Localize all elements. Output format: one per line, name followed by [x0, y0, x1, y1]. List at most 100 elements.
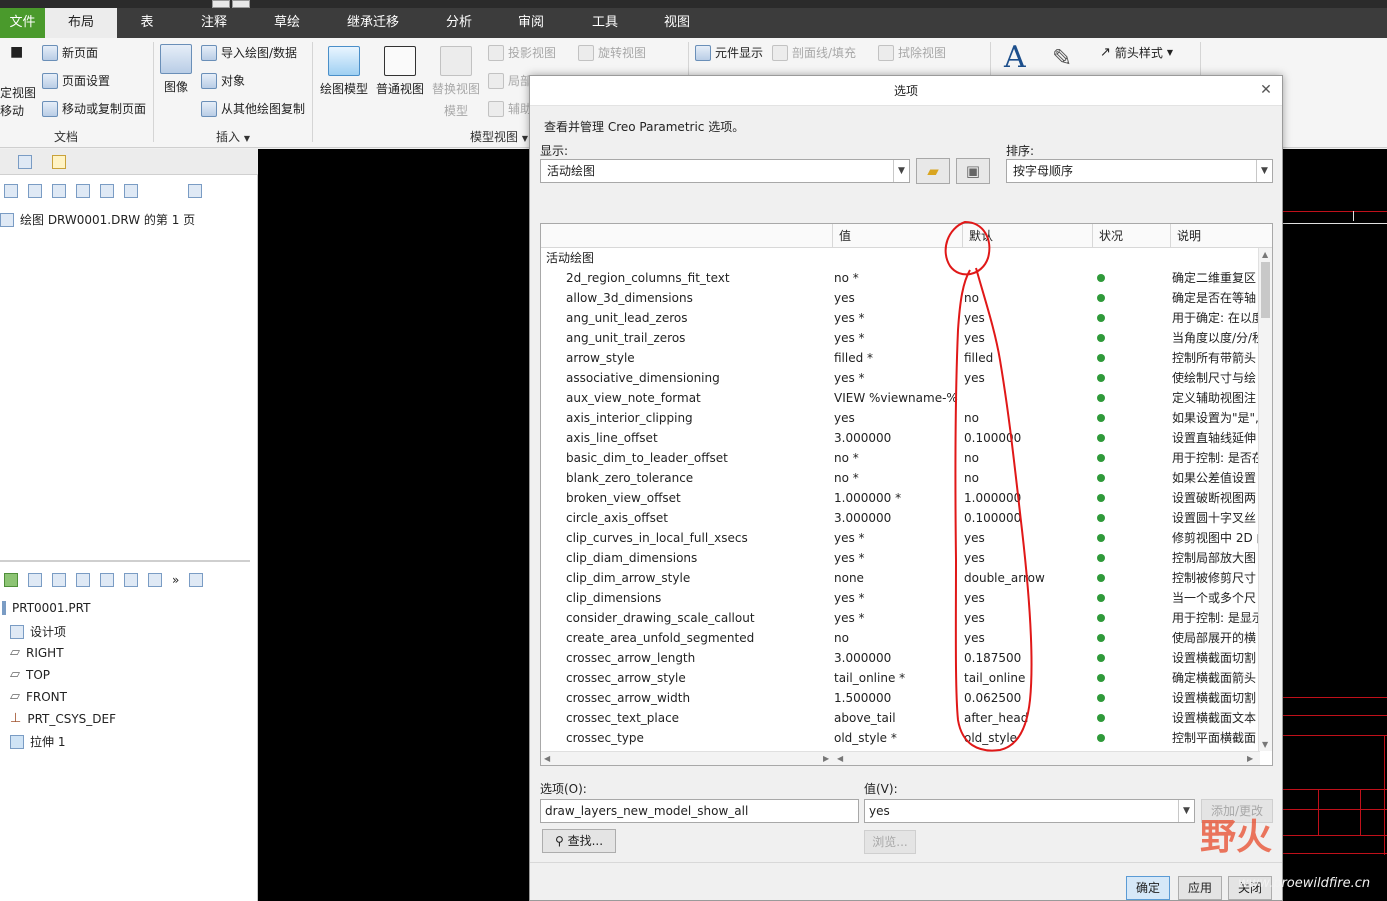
table-row[interactable]: arrow_style filled * filled 控制所有带箭头 [541, 348, 1259, 368]
tree-item-design-items[interactable]: 设计项 [10, 623, 66, 640]
element-display-button[interactable]: 元件显示 [695, 44, 763, 61]
copy-from-drawing-button[interactable]: 从其他绘图复制 [201, 100, 305, 117]
page-setup-button[interactable]: 页面设置 [42, 72, 110, 89]
tab-annotate[interactable]: 注释 [190, 8, 238, 38]
save-config-button[interactable]: ▣ [956, 158, 990, 184]
table-row[interactable]: broken_view_offset 1.000000 * 1.000000 设置破断… [541, 488, 1259, 508]
general-view-button[interactable]: 普通视图 [376, 46, 424, 97]
tab-sketch[interactable]: 草绘 [262, 8, 312, 38]
browse-button[interactable]: 浏览... [864, 830, 916, 854]
column-header-value[interactable]: 值 [832, 224, 950, 248]
tab-tools[interactable]: 工具 [582, 8, 628, 38]
table-row[interactable]: clip_dim_arrow_style none double_arrow 控制被修… [541, 568, 1259, 588]
tab-layout[interactable]: 布局 [45, 8, 117, 38]
lock-view-button[interactable]: ■ [10, 44, 23, 60]
image-button[interactable]: 图像 [160, 44, 192, 95]
table-row[interactable]: blank_zero_tolerance no * no 如果公差值设置 [541, 468, 1259, 488]
new-page-button[interactable]: 新页面 [42, 44, 98, 61]
scroll-left-icon[interactable]: ◀ [837, 754, 843, 763]
arrow-style-button[interactable]: ↗ 箭头样式 ▼ [1100, 44, 1173, 61]
table-row[interactable]: crossec_arrow_length 3.000000 0.187500 设置横截… [541, 648, 1259, 668]
panel-splitter[interactable] [0, 560, 250, 562]
table-row[interactable]: crossec_type old_style * old_style 控制平面横截面 [541, 728, 1259, 748]
scroll-thumb[interactable] [1261, 262, 1270, 318]
column-header-default[interactable]: 默认 [962, 224, 1092, 248]
table-row[interactable]: crossec_arrow_width 1.500000 0.062500 设置横截面… [541, 688, 1259, 708]
tree-icon[interactable] [76, 573, 90, 587]
value-select[interactable]: yes ▼ [864, 799, 1195, 823]
columns-icon[interactable] [100, 573, 114, 587]
table-row[interactable]: aux_view_note_format VIEW %viewname-%v 定义辅… [541, 388, 1259, 408]
tab-legacy-migration[interactable]: 继承迁移 [338, 8, 408, 38]
tab-review[interactable]: 审阅 [508, 8, 554, 38]
column-header-description[interactable]: 说明 [1170, 224, 1260, 248]
settings-icon[interactable] [189, 573, 204, 587]
tab-view[interactable]: 视图 [654, 8, 700, 38]
scroll-right-icon[interactable]: ▶ [823, 754, 829, 763]
table-icon[interactable] [76, 184, 90, 198]
layers-icon[interactable] [124, 184, 138, 198]
model-view-group-label[interactable]: 模型视图 ▼ [470, 128, 528, 145]
quick-access-button[interactable] [212, 0, 230, 8]
tab-file[interactable]: 文件 [0, 8, 45, 38]
vertical-scrollbar[interactable]: ▲ ▼ [1258, 248, 1272, 751]
line-style-button[interactable]: ✎ [1052, 42, 1072, 74]
close-icon[interactable]: ✕ [1258, 82, 1274, 98]
model-icon[interactable] [4, 573, 18, 587]
auxiliary-view-button[interactable]: 辅助 [488, 100, 532, 117]
tree-item-extrude[interactable]: 拉伸 1 [10, 733, 65, 750]
column-header-status[interactable]: 状况 [1092, 224, 1170, 248]
quick-access-button[interactable] [232, 0, 250, 8]
projection-view-button[interactable]: 投影视图 [488, 44, 556, 61]
tree-item-part[interactable]: PRT0001.PRT [2, 601, 90, 615]
option-input[interactable]: draw_layers_new_model_show_all [540, 799, 859, 823]
table-row[interactable]: crossec_text_place above_tail after_head 设置… [541, 708, 1259, 728]
more-icon[interactable]: » [172, 573, 179, 587]
drawing-model-button[interactable]: 绘图模型 [320, 46, 368, 97]
sort-select[interactable]: 按字母顺序 ▼ [1006, 159, 1273, 183]
star-tab-icon[interactable] [52, 155, 66, 169]
table-row[interactable]: circle_axis_offset 3.000000 0.100000 设置圆十字叉… [541, 508, 1259, 528]
section-fill-button[interactable]: 剖面线/填充 [772, 44, 856, 61]
tree-item-csys[interactable]: ⊥ PRT_CSYS_DEF [10, 711, 116, 726]
columns-icon[interactable] [52, 184, 66, 198]
scroll-up-icon[interactable]: ▲ [1262, 250, 1268, 259]
tree-item-top-plane[interactable]: ▱ TOP [10, 667, 50, 682]
find-button[interactable]: ⚲ 查找... [542, 829, 616, 853]
open-config-button[interactable]: ▰ [916, 158, 950, 184]
list-icon[interactable] [28, 184, 42, 198]
settings-icon[interactable] [188, 184, 202, 198]
table-row[interactable]: axis_interior_clipping yes no 如果设置为"是", [541, 408, 1259, 428]
detail-view-button[interactable]: 局部 [488, 72, 532, 89]
frame-icon[interactable] [100, 184, 114, 198]
import-drawing-button[interactable]: 导入绘图/数据 [201, 44, 297, 61]
filter-icon[interactable] [124, 573, 138, 587]
horizontal-scrollbar[interactable]: ◀ ▶ ◀ ▶ [541, 751, 1260, 765]
tree-item-right-plane[interactable]: ▱ RIGHT [10, 645, 64, 660]
list-icon[interactable] [52, 573, 66, 587]
table-row[interactable]: axis_line_offset 3.000000 0.100000 设置直轴线延伸 [541, 428, 1259, 448]
table-row[interactable]: 2d_region_columns_fit_text no * 确定二维重复区 [541, 268, 1259, 288]
scroll-left-icon[interactable]: ◀ [544, 754, 550, 763]
group-header-row[interactable]: 活动绘图 [541, 248, 1259, 268]
insert-group-label[interactable]: 插入 ▼ [216, 128, 250, 145]
table-row[interactable]: crossec_arrow_style tail_online * tail_onl… [541, 668, 1259, 688]
show-icon[interactable] [28, 573, 42, 587]
tab-table[interactable]: 表 [125, 8, 169, 38]
table-icon[interactable] [148, 573, 162, 587]
replace-view-button[interactable]: 替换视图 [432, 46, 480, 97]
drawing-tree-icon[interactable] [4, 184, 18, 198]
table-row[interactable]: create_area_unfold_segmented no yes 使局部展开的横 [541, 628, 1259, 648]
table-row[interactable]: associative_dimensioning yes * yes 使绘制尺寸与绘 [541, 368, 1259, 388]
object-button[interactable]: 对象 [201, 72, 245, 89]
table-row[interactable]: ang_unit_trail_zeros yes * yes 当角度以度/分/秒 [541, 328, 1259, 348]
apply-button[interactable]: 应用 [1178, 876, 1222, 900]
erase-view-button[interactable]: 拭除视图 [878, 44, 946, 61]
table-row[interactable]: basic_dim_to_leader_offset no * no 用于控制: 是否… [541, 448, 1259, 468]
table-row[interactable]: clip_curves_in_local_full_xsecs yes * yes 修… [541, 528, 1259, 548]
tab-analysis[interactable]: 分析 [436, 8, 482, 38]
drawing-sheet-item[interactable]: 绘图 DRW0001.DRW 的第 1 页 [0, 211, 195, 228]
tree-item-front-plane[interactable]: ▱ FRONT [10, 689, 67, 704]
table-row[interactable]: ang_unit_lead_zeros yes * yes 用于确定: 在以度 [541, 308, 1259, 328]
table-row[interactable]: consider_drawing_scale_callout yes * yes 用于… [541, 608, 1259, 628]
